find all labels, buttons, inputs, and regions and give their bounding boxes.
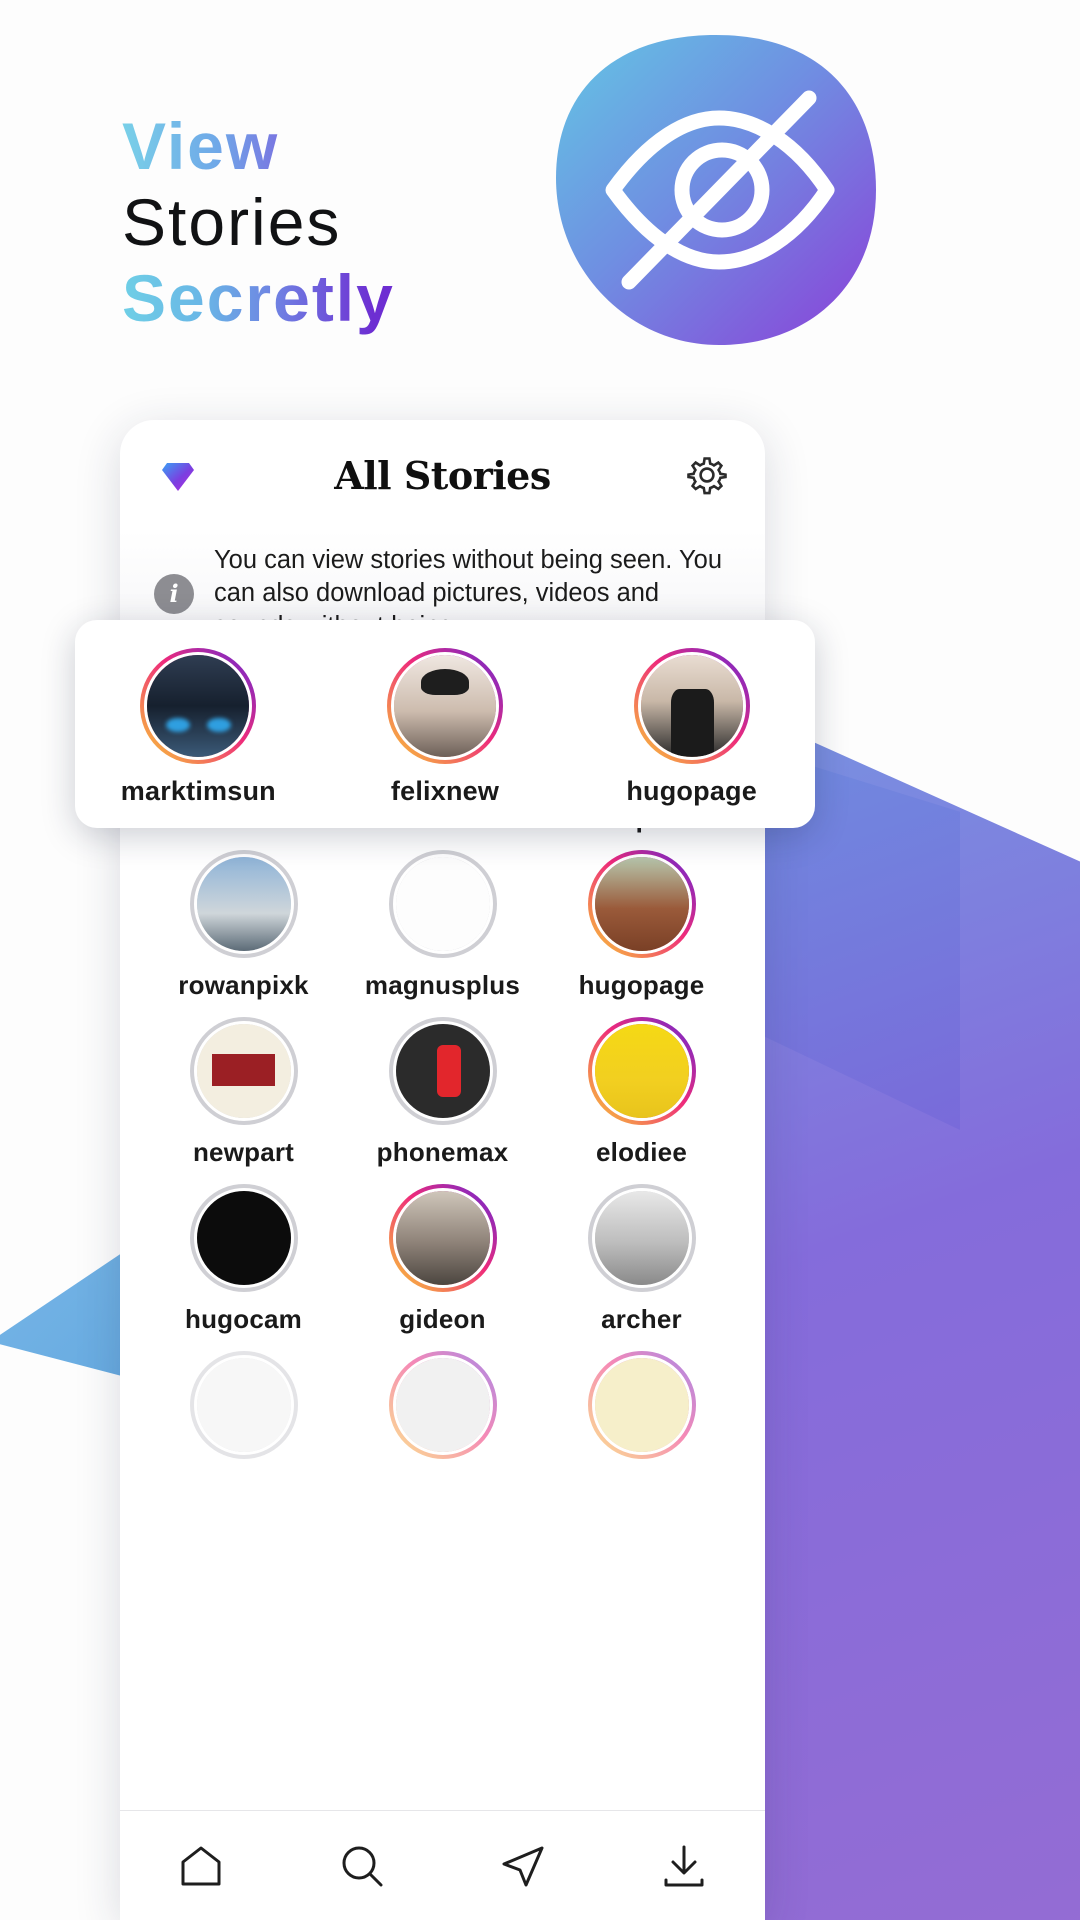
story-item[interactable]: hugopage <box>542 836 741 1001</box>
story-ring <box>388 1184 497 1292</box>
avatar <box>392 854 493 954</box>
story-ring <box>388 1351 497 1459</box>
story-ring <box>587 850 696 958</box>
avatar <box>193 1355 294 1455</box>
story-item[interactable]: archer <box>542 1170 741 1335</box>
story-username: elodiee <box>596 1137 687 1167</box>
bottom-navigation <box>120 1810 765 1920</box>
info-icon: i <box>154 573 194 614</box>
avatar <box>193 854 294 954</box>
story-item[interactable]: felixnew <box>322 647 569 807</box>
search-icon[interactable] <box>336 1840 388 1892</box>
avatar <box>193 1021 294 1121</box>
story-item[interactable]: gideon <box>343 1170 542 1335</box>
story-ring <box>189 1351 298 1459</box>
avatar <box>392 1355 493 1455</box>
story-ring <box>189 1184 298 1292</box>
avatar <box>591 1188 692 1288</box>
story-item[interactable] <box>542 1337 741 1459</box>
story-ring <box>587 1184 696 1292</box>
promo-screenshot: View Stories Secretly All Stories i You … <box>0 0 1080 1920</box>
story-item[interactable]: elodiee <box>542 1003 741 1168</box>
avatar <box>637 651 746 760</box>
send-icon[interactable] <box>497 1840 549 1892</box>
avatar <box>144 651 253 760</box>
story-username: marktimsun <box>120 775 276 806</box>
app-header: All Stories <box>120 420 765 530</box>
story-username: newpart <box>192 1137 295 1167</box>
gem-icon[interactable] <box>156 453 200 497</box>
story-username: hugocam <box>185 1304 302 1334</box>
avatar <box>392 1021 493 1121</box>
headline-line-1: View <box>122 108 395 184</box>
story-item[interactable]: newpart <box>144 1003 343 1168</box>
avatar <box>591 1355 692 1455</box>
avatar <box>193 1188 294 1288</box>
story-ring <box>140 647 257 764</box>
story-username: felixnew <box>390 775 500 806</box>
story-username: hugopage <box>626 775 757 806</box>
download-icon[interactable] <box>658 1840 710 1892</box>
story-item[interactable] <box>343 1337 542 1459</box>
story-ring <box>633 647 750 764</box>
story-username: rowanpixk <box>178 970 309 1000</box>
avatar <box>591 854 692 954</box>
story-item[interactable]: hugopage <box>568 647 815 807</box>
headline-line-3: Secretly <box>122 261 395 335</box>
app-logo <box>551 30 881 350</box>
headline: View Stories Secretly <box>122 108 395 336</box>
avatar <box>591 1021 692 1121</box>
story-ring <box>189 1017 298 1125</box>
story-username: magnusplus <box>364 970 521 1000</box>
story-item[interactable]: phonemax <box>343 1003 542 1168</box>
story-ring <box>587 1017 696 1125</box>
story-username: phonemax <box>376 1137 509 1167</box>
page-title: All Stories <box>334 452 551 498</box>
story-ring <box>587 1351 696 1459</box>
story-username: gideon <box>399 1304 486 1334</box>
story-item[interactable]: marktimsun <box>75 647 322 807</box>
story-ring <box>386 647 503 764</box>
story-ring <box>388 850 497 958</box>
story-username: archer <box>601 1304 682 1334</box>
story-username: hugopage <box>578 970 705 1000</box>
avatar <box>390 651 499 760</box>
gear-icon[interactable] <box>685 453 729 497</box>
story-item[interactable] <box>144 1337 343 1459</box>
story-item[interactable]: rowanpixk <box>144 836 343 1001</box>
story-ring <box>189 850 298 958</box>
eye-slash-icon <box>556 35 876 345</box>
story-item[interactable]: magnusplus <box>343 836 542 1001</box>
headline-line-2: Stories <box>122 185 342 259</box>
story-item[interactable]: hugocam <box>144 1170 343 1335</box>
home-icon[interactable] <box>175 1840 227 1892</box>
highlighted-stories-card: marktimsun felixnew hugopage <box>75 620 815 828</box>
avatar <box>392 1188 493 1288</box>
story-ring <box>388 1017 497 1125</box>
